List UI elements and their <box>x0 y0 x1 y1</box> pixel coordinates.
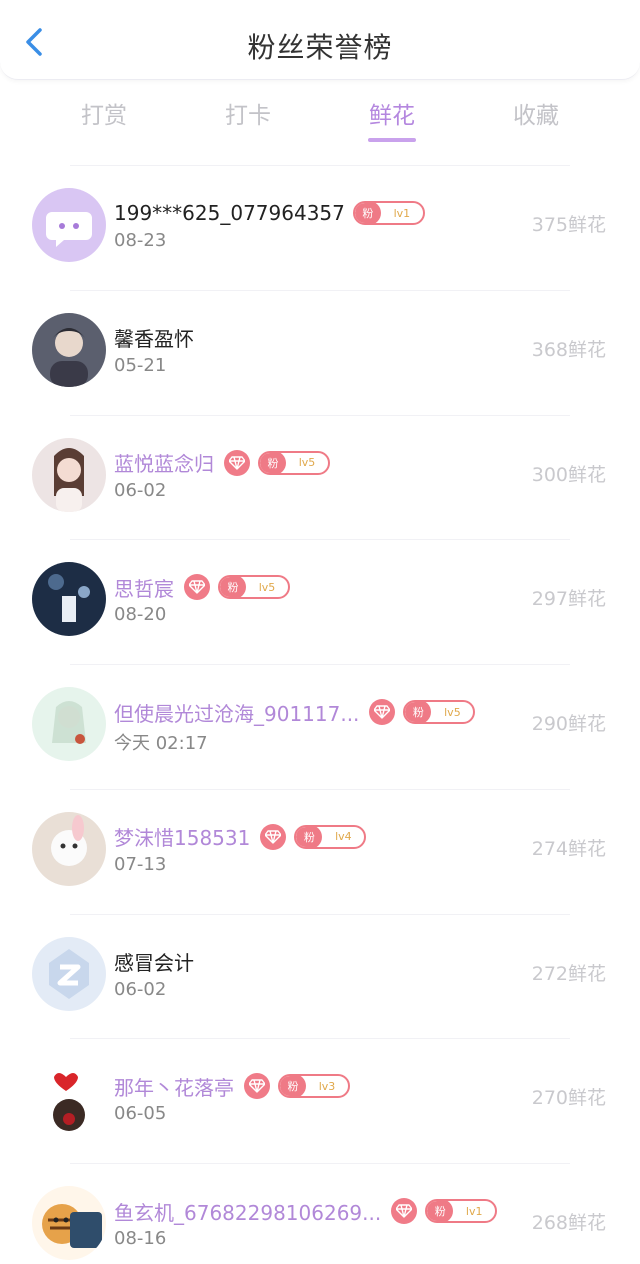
timestamp: 08-16 <box>114 1228 167 1249</box>
fan-badge-level: lv5 <box>258 580 276 594</box>
avatar[interactable] <box>32 936 106 1011</box>
fan-badge-label: 粉 <box>220 577 246 598</box>
fan-level-badge: 粉 lv3 <box>278 1074 350 1099</box>
name-line: 感冒会计 <box>114 947 194 977</box>
name-line: 思哲宸 粉 lv5 <box>114 572 290 602</box>
list-item: 思哲宸 粉 lv5 08-20 297鲜花 <box>32 539 606 664</box>
fan-badge-label: 粉 <box>427 1201 454 1221</box>
flower-count: 272鲜花 <box>531 962 606 985</box>
diamond-icon <box>260 823 287 850</box>
name-line: 梦沫惜158531 粉 lv4 <box>114 822 367 852</box>
page-title: 粉丝荣誉榜 <box>247 31 393 64</box>
fan-badge-level: lv3 <box>318 1079 336 1093</box>
tab-favorites[interactable]: 收藏 <box>476 96 596 130</box>
list-item: 但使晨光过沧海_901117... 粉 lv5 今天 02:17 290鲜花 <box>32 664 606 789</box>
flower-count: 268鲜花 <box>531 1212 606 1234</box>
fan-badge-label: 粉 <box>296 826 323 847</box>
fan-badge-label: 粉 <box>354 203 381 223</box>
fan-badge-level: lv4 <box>335 830 352 844</box>
timestamp: 08-23 <box>114 230 167 251</box>
tab-bar: 打赏 打卡 鲜花 收藏 <box>0 90 640 150</box>
tab-tips[interactable]: 打赏 <box>44 96 164 130</box>
list-item: 199***625_077964357 粉 lv1 08-23 375鲜花 <box>32 165 606 290</box>
user-name[interactable]: 思哲宸 <box>114 573 174 602</box>
fan-badge-label: 粉 <box>260 452 286 473</box>
diamond-icon <box>224 449 250 476</box>
fan-level-badge: 粉 lv5 <box>403 700 476 724</box>
fan-entry[interactable]: 蓝悦蓝念归 粉 lv5 06-02 300鲜花 <box>0 416 640 540</box>
fan-level-badge: 粉 lv1 <box>352 201 425 225</box>
list-item: 梦沫惜158531 粉 lv4 07-13 274鲜花 <box>32 788 606 914</box>
diamond-icon <box>184 574 210 601</box>
user-name[interactable]: 那年丶花落亭 <box>114 1072 234 1101</box>
avatar[interactable] <box>32 1186 106 1260</box>
fan-level-badge: 粉 lv5 <box>258 450 330 475</box>
fan-badge-level: lv1 <box>465 1204 483 1218</box>
timestamp: 05-21 <box>114 354 167 376</box>
list-item: 馨香盈怀 05-21 368鲜花 <box>32 289 606 415</box>
fan-level-badge: 粉 lv4 <box>294 824 367 849</box>
fan-level-badge: 粉 lv1 <box>425 1199 498 1223</box>
fan-badge-label: 粉 <box>280 1076 306 1097</box>
name-line: 199***625_077964357 粉 lv1 <box>114 198 425 228</box>
fan-level-badge: 粉 lv5 <box>218 575 290 600</box>
timestamp: 06-05 <box>114 1103 167 1125</box>
timestamp: 06-02 <box>114 978 167 1000</box>
user-name[interactable]: 199***625_077964357 <box>114 201 345 225</box>
timestamp: 06-02 <box>114 479 167 501</box>
tab-flowers[interactable]: 鲜花 <box>332 96 452 130</box>
avatar[interactable] <box>32 188 106 262</box>
fan-entry[interactable]: 鱼玄机_67682298106269... 粉 lv1 08-16 268鲜花 <box>0 1164 640 1264</box>
avatar[interactable] <box>32 1061 106 1136</box>
flower-count: 290鲜花 <box>531 713 606 735</box>
flower-count: 368鲜花 <box>531 338 606 361</box>
name-line: 那年丶花落亭 粉 lv3 <box>114 1071 350 1101</box>
user-name[interactable]: 感冒会计 <box>114 947 194 976</box>
flower-count: 297鲜花 <box>531 588 606 611</box>
active-tab-indicator <box>368 138 416 142</box>
fan-badge-level: lv1 <box>393 206 411 220</box>
fan-badge-level: lv5 <box>298 456 316 469</box>
diamond-icon <box>369 699 396 725</box>
avatar[interactable] <box>32 562 106 637</box>
name-line: 鱼玄机_67682298106269... 粉 lv1 <box>114 1196 498 1226</box>
fan-entry[interactable]: 感冒会计 06-02 272鲜花 <box>0 915 640 1039</box>
list-item: 那年丶花落亭 粉 lv3 06-05 270鲜花 <box>32 1038 606 1163</box>
avatar[interactable] <box>32 811 106 886</box>
list-item: 感冒会计 06-02 272鲜花 <box>32 913 606 1039</box>
name-line: 但使晨光过沧海_901117... 粉 lv5 <box>114 697 476 727</box>
fan-entry[interactable]: 但使晨光过沧海_901117... 粉 lv5 今天 02:17 290鲜花 <box>0 665 640 789</box>
top-bar: 粉丝荣誉榜 <box>0 0 640 80</box>
timestamp: 今天 02:17 <box>114 733 208 754</box>
user-name[interactable]: 梦沫惜158531 <box>114 822 250 851</box>
flower-count: 274鲜花 <box>531 837 606 860</box>
fan-entry[interactable]: 馨香盈怀 05-21 368鲜花 <box>0 291 640 415</box>
flower-count: 270鲜花 <box>531 1087 606 1110</box>
user-name[interactable]: 但使晨光过沧海_901117... <box>114 698 359 727</box>
diamond-icon <box>244 1073 270 1100</box>
diamond-icon <box>391 1198 418 1224</box>
name-line: 馨香盈怀 <box>114 323 194 353</box>
name-line: 蓝悦蓝念归 粉 lv5 <box>114 448 330 478</box>
avatar[interactable] <box>32 312 106 387</box>
fan-badge-level: lv5 <box>444 705 461 719</box>
timestamp: 07-13 <box>114 853 167 875</box>
fan-entry[interactable]: 思哲宸 粉 lv5 08-20 297鲜花 <box>0 540 640 664</box>
timestamp: 08-20 <box>114 604 167 626</box>
fan-entry[interactable]: 那年丶花落亭 粉 lv3 06-05 270鲜花 <box>0 1039 640 1163</box>
user-name[interactable]: 馨香盈怀 <box>114 323 194 352</box>
fan-entry[interactable]: 梦沫惜158531 粉 lv4 07-13 274鲜花 <box>0 790 640 914</box>
fan-ranking-list: 199***625_077964357 粉 lv1 08-23 375鲜花 馨香… <box>0 165 640 1264</box>
avatar[interactable] <box>32 437 106 512</box>
avatar[interactable] <box>32 687 106 761</box>
fan-badge-label: 粉 <box>405 702 432 722</box>
fan-entry[interactable]: 199***625_077964357 粉 lv1 08-23 375鲜花 <box>0 166 640 290</box>
list-item: 蓝悦蓝念归 粉 lv5 06-02 300鲜花 <box>32 414 606 540</box>
flower-count: 300鲜花 <box>531 463 606 486</box>
tab-checkin[interactable]: 打卡 <box>188 96 308 130</box>
list-item: 鱼玄机_67682298106269... 粉 lv1 08-16 268鲜花 <box>32 1163 606 1264</box>
user-name[interactable]: 蓝悦蓝念归 <box>114 448 214 477</box>
user-name[interactable]: 鱼玄机_67682298106269... <box>114 1197 381 1226</box>
flower-count: 375鲜花 <box>531 214 606 236</box>
